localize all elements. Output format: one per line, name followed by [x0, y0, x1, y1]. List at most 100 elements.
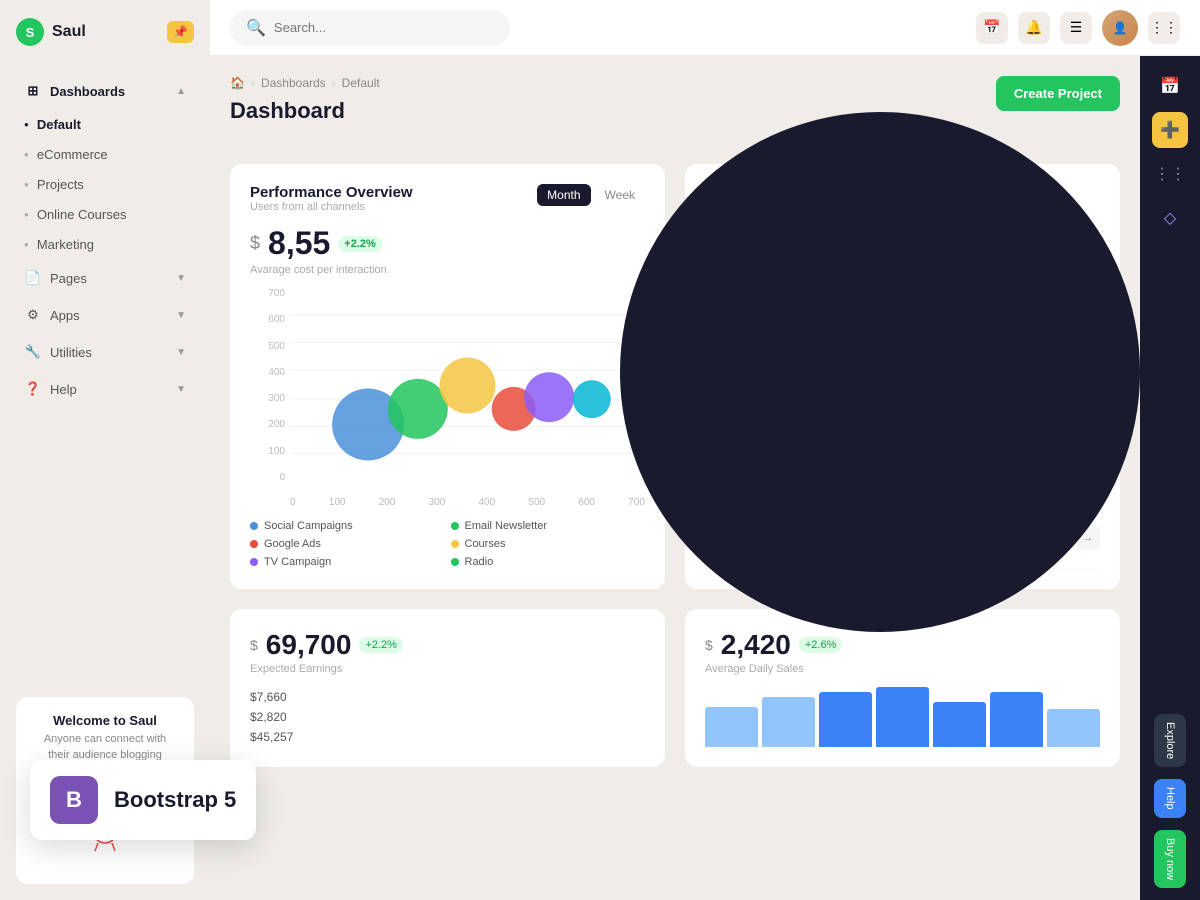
- bubble-svg: [290, 288, 645, 483]
- create-project-button[interactable]: Create Project: [996, 76, 1120, 111]
- utilities-icon: 🔧: [24, 343, 42, 361]
- dashboards-label: Dashboards: [50, 84, 125, 99]
- sidebar-item-help[interactable]: ❓ Help ▼: [8, 371, 202, 407]
- topbar-menu-icon[interactable]: ☰: [1060, 12, 1092, 44]
- performance-tabs: Month Week: [537, 184, 645, 206]
- breadcrumb-dashboards[interactable]: Dashboards: [261, 76, 326, 90]
- search-icon: 🔍: [246, 18, 266, 38]
- bar-5: [933, 702, 986, 747]
- daily-sales-badge: +2.6%: [799, 637, 843, 653]
- utilities-label: Utilities: [50, 345, 92, 360]
- logo-icon: S: [16, 18, 44, 46]
- avatar-jacob: [705, 455, 741, 496]
- topbar-bell-icon[interactable]: 🔔: [1018, 12, 1050, 44]
- search-box[interactable]: 🔍: [230, 10, 510, 46]
- utilities-chevron: ▼: [176, 347, 186, 358]
- sales-item-2: $2,820: [250, 707, 645, 727]
- bootstrap-text: Bootstrap 5: [114, 787, 236, 813]
- author-tabs: 🖥 SaaS 💰 Crypto 👥 Social: [705, 225, 1100, 290]
- content-wrapper: 🏠 › Dashboards › Default Dashboard Creat…: [210, 56, 1200, 900]
- author-tab-mobile[interactable]: 📱 Mobile: [909, 225, 969, 290]
- apps-label: Apps: [50, 308, 80, 323]
- ecommerce-label: eCommerce: [37, 147, 108, 162]
- tab-week[interactable]: Week: [595, 184, 645, 206]
- legend-email: Email Newsletter: [451, 520, 646, 532]
- author-tab-saas[interactable]: 🖥 SaaS: [705, 225, 765, 290]
- marketing-label: Marketing: [37, 237, 94, 252]
- sidebar-item-ecommerce[interactable]: ● eCommerce: [8, 140, 202, 169]
- sidebar-item-default[interactable]: ● Default: [8, 110, 202, 139]
- explore-button[interactable]: Explore: [1154, 714, 1186, 767]
- right-diamond-icon[interactable]: ◇: [1152, 200, 1188, 236]
- right-calendar-icon[interactable]: 📅: [1152, 68, 1188, 104]
- bar-7: [1047, 709, 1100, 747]
- topbar-grid-icon[interactable]: ⋮⋮: [1148, 12, 1180, 44]
- chart-legend: Social Campaigns Email Newsletter Google…: [250, 520, 645, 568]
- view-btn-cody[interactable]: →: [1076, 526, 1100, 550]
- avatar-jane: [705, 393, 741, 434]
- performance-subtitle: Users from all channels: [250, 201, 413, 213]
- help-button[interactable]: Help: [1154, 779, 1186, 818]
- author-country-jacob: Poland: [749, 477, 828, 489]
- pages-label: Pages: [50, 271, 87, 286]
- sidebar-item-online-courses[interactable]: ● Online Courses: [8, 200, 202, 229]
- bar-4: [876, 687, 929, 747]
- authors-card: Authors Achievements Avg. 69.34% Conv. R…: [685, 164, 1120, 589]
- earnings-label: Expected Earnings: [250, 663, 645, 675]
- performance-value: $ 8,55 +2.2%: [250, 225, 645, 262]
- sidebar-item-pages[interactable]: 📄 Pages ▼: [8, 260, 202, 296]
- sales-item-3: $45,257: [250, 727, 645, 747]
- right-grid-icon[interactable]: ⋮⋮: [1152, 156, 1188, 192]
- conv-rate-guy: 78.34%: [956, 347, 1000, 362]
- author-country-cody: Mexico: [749, 539, 831, 551]
- search-input[interactable]: [274, 20, 494, 35]
- topbar-calendar-icon[interactable]: 📅: [976, 12, 1008, 44]
- legend-radio: Radio: [451, 556, 646, 568]
- bootstrap-icon: B: [50, 776, 98, 824]
- view-btn-jacob[interactable]: →: [1076, 464, 1100, 488]
- sidebar-item-marketing[interactable]: ● Marketing: [8, 230, 202, 259]
- social-label: Social: [856, 263, 886, 275]
- author-name-jane: Jane Cooper: [749, 400, 828, 415]
- bar-2: [762, 697, 815, 747]
- page-title: Dashboard: [230, 98, 380, 124]
- dashboards-icon: ⊞: [24, 82, 42, 100]
- user-avatar[interactable]: 👤: [1102, 10, 1138, 46]
- performance-title: Performance Overview: [250, 184, 413, 201]
- sparkline-guy: [1008, 339, 1068, 369]
- topbar: 🔍 📅 🔔 ☰ 👤 ⋮⋮: [210, 0, 1200, 56]
- author-tab-social[interactable]: 👥 Social: [841, 225, 901, 290]
- sidebar-logo: S Saul: [16, 18, 86, 46]
- avatar-guy: [705, 336, 741, 372]
- tab-month[interactable]: Month: [537, 184, 590, 206]
- sales-item-1: $7,660: [250, 687, 645, 707]
- content-main: 🏠 › Dashboards › Default Dashboard Creat…: [210, 56, 1140, 900]
- default-label: Default: [37, 117, 81, 132]
- help-icon: ❓: [24, 380, 42, 398]
- bar-1: [705, 707, 758, 747]
- bar-6: [990, 692, 1043, 747]
- author-row-guy: Guy Hawkins Haiti 78.34% →: [705, 326, 1100, 383]
- view-btn-guy[interactable]: →: [1076, 342, 1100, 366]
- author-tab-others[interactable]: 🔖 Others: [977, 225, 1037, 290]
- view-btn-jane[interactable]: →: [1076, 402, 1100, 426]
- app-name: Saul: [52, 23, 86, 41]
- earnings-value: 69,700: [266, 629, 352, 661]
- daily-sales-value: 2,420: [721, 629, 791, 661]
- sidebar-item-dashboards[interactable]: ⊞ Dashboards ▲: [8, 73, 202, 109]
- breadcrumb-home-icon: 🏠: [230, 76, 245, 90]
- author-tab-crypto[interactable]: 💰 Crypto: [773, 225, 833, 290]
- sidebar-item-apps[interactable]: ⚙ Apps ▼: [8, 297, 202, 333]
- buy-now-button[interactable]: Buy now: [1154, 830, 1186, 888]
- sidebar-item-utilities[interactable]: 🔧 Utilities ▼: [8, 334, 202, 370]
- author-name-guy: Guy Hawkins: [749, 341, 831, 356]
- others-icon: 🔖: [995, 234, 1020, 259]
- performance-label: Avarage cost per interaction: [250, 264, 645, 276]
- header-row: 🏠 › Dashboards › Default Dashboard Creat…: [230, 76, 1120, 144]
- sidebar-item-projects[interactable]: ● Projects: [8, 170, 202, 199]
- pin-button[interactable]: 📌: [167, 21, 194, 43]
- daily-sales-label: Average Daily Sales: [705, 663, 1100, 675]
- right-add-icon[interactable]: ➕: [1152, 112, 1188, 148]
- help-label: Help: [50, 382, 77, 397]
- author-country-guy: Haiti: [749, 356, 831, 368]
